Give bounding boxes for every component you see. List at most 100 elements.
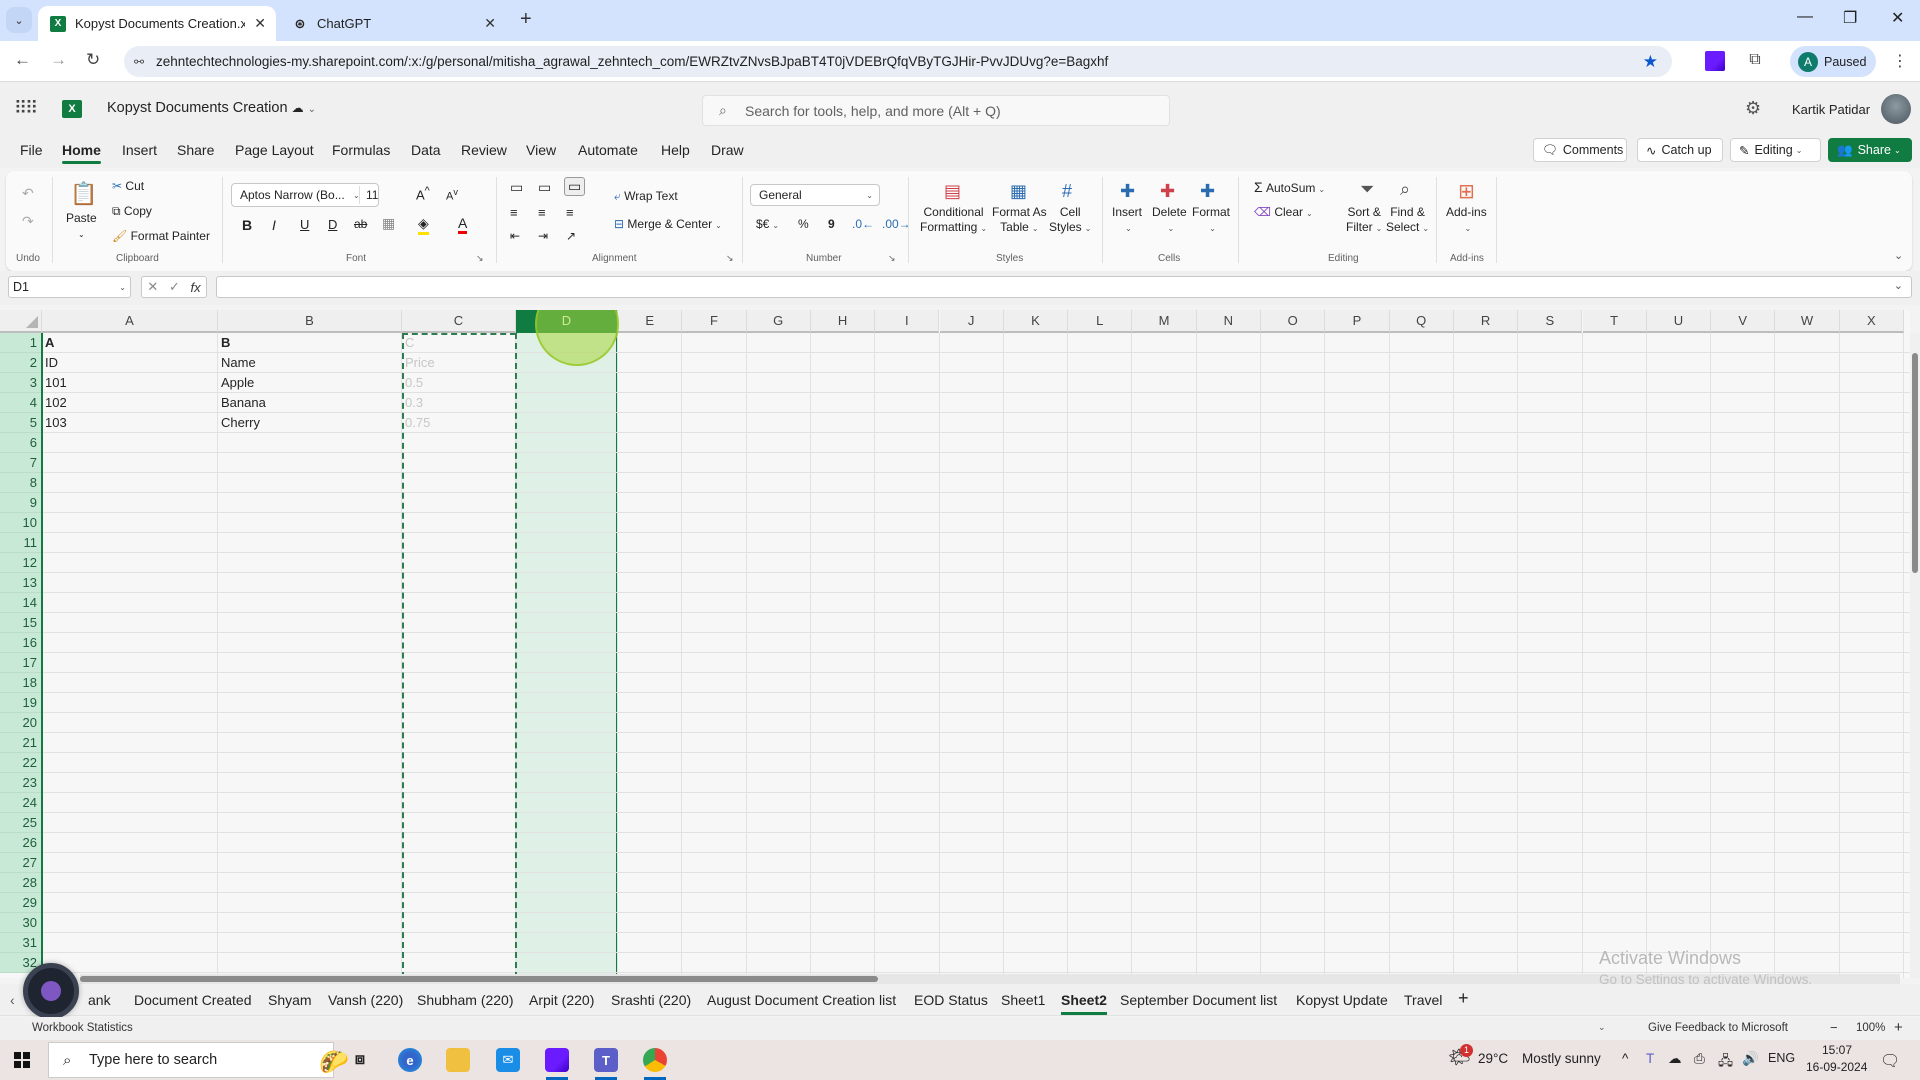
row-header-6[interactable]: 6 — [0, 433, 42, 453]
teams-icon[interactable]: T — [594, 1048, 618, 1072]
cell-b1[interactable]: B — [218, 333, 402, 353]
column-header-x[interactable]: X — [1839, 310, 1904, 333]
browser-tab-excel[interactable]: X Kopyst Documents Creation.xlsx ✕ — [38, 6, 276, 41]
search-input[interactable]: ⌕ Search for tools, help, and more (Alt … — [702, 95, 1170, 126]
name-box[interactable]: D1 ⌄ — [8, 276, 131, 298]
column-header-j[interactable]: J — [939, 310, 1004, 333]
expand-formula-icon[interactable]: ⌄ — [1894, 279, 1903, 292]
extensions-puzzle-icon[interactable]: ⧉ — [1745, 51, 1765, 71]
dialog-launcher-icon[interactable]: ↘ — [476, 253, 484, 264]
chevron-down-icon[interactable]: ⌄ — [78, 227, 85, 242]
font-color-icon[interactable]: A — [458, 215, 468, 234]
windows-start-icon[interactable] — [14, 1052, 30, 1068]
sheet-tab-eod-status[interactable]: EOD Status — [914, 992, 988, 1008]
cell-a1[interactable]: A — [42, 333, 218, 353]
sheet-tab-shubham-220[interactable]: Shubham (220) — [417, 992, 514, 1008]
align-top-icon[interactable]: ▭ — [510, 179, 523, 196]
zoom-in-button[interactable]: + — [1894, 1019, 1903, 1036]
collapse-ribbon-icon[interactable]: ⌄ — [1894, 249, 1903, 262]
cell-c1[interactable]: C — [402, 333, 516, 353]
row-header-27[interactable]: 27 — [0, 853, 42, 873]
select-all-button[interactable] — [0, 310, 42, 333]
dialog-launcher-icon[interactable]: ↘ — [726, 253, 734, 264]
column-header-r[interactable]: R — [1453, 310, 1519, 333]
sheet-tab-august-document-creation-list[interactable]: August Document Creation list — [707, 992, 896, 1008]
power-automate-icon[interactable] — [545, 1048, 569, 1072]
column-header-m[interactable]: M — [1132, 310, 1197, 333]
task-view-icon[interactable]: ⧈ — [348, 1048, 372, 1072]
row-header-9[interactable]: 9 — [0, 493, 42, 513]
profile-button[interactable]: A Paused — [1790, 46, 1876, 77]
avatar[interactable] — [1881, 94, 1911, 124]
sheet-tab-sheet1[interactable]: Sheet1 — [1001, 992, 1045, 1008]
row-header-20[interactable]: 20 — [0, 713, 42, 733]
spreadsheet-grid[interactable]: ABCDEFGHIJKLMNOPQRSTUVWX 123456789101112… — [0, 310, 1910, 978]
merge-center-button[interactable]: ⊟ Merge & Center ⌄ — [614, 217, 722, 231]
shrink-font-icon[interactable]: Av — [446, 187, 458, 203]
cell-styles-button[interactable]: Cell Styles ⌄ — [1049, 205, 1091, 236]
add-sheet-button[interactable]: + — [1458, 988, 1469, 1009]
undo-icon[interactable]: ↶ — [22, 185, 34, 202]
row-header-26[interactable]: 26 — [0, 833, 42, 853]
grow-font-icon[interactable]: A^ — [416, 185, 430, 202]
row-header-7[interactable]: 7 — [0, 453, 42, 473]
tab-home[interactable]: Home — [62, 142, 101, 164]
cancel-icon[interactable]: ✕ — [147, 279, 158, 295]
strikethrough-button[interactable]: ab — [354, 217, 367, 231]
row-header-21[interactable]: 21 — [0, 733, 42, 753]
app-launcher-icon[interactable]: ⠿⠿ — [14, 98, 38, 119]
mail-icon[interactable]: ✉ — [496, 1048, 520, 1072]
chrome-icon[interactable] — [643, 1048, 667, 1072]
row-header-22[interactable]: 22 — [0, 753, 42, 773]
sheet-tab-kopyst-update[interactable]: Kopyst Update — [1296, 992, 1388, 1008]
row-header-17[interactable]: 17 — [0, 653, 42, 673]
taskbar-search-input[interactable]: ⌕ Type here to search 🌮 — [48, 1042, 349, 1078]
chevron-down-icon[interactable]: ⌄ — [1598, 1022, 1606, 1033]
teams-tray-icon[interactable]: T — [1646, 1051, 1654, 1066]
tab-search-button[interactable]: ⌄ — [6, 7, 32, 33]
wrap-text-button[interactable]: ⤶ Wrap Text — [614, 189, 678, 204]
column-header-e[interactable]: E — [618, 310, 683, 333]
column-header-a[interactable]: A — [42, 310, 218, 333]
row-header-25[interactable]: 25 — [0, 813, 42, 833]
insert-button[interactable]: Insert ⌄ — [1112, 205, 1142, 236]
back-icon[interactable]: ← — [14, 50, 31, 70]
column-header-f[interactable]: F — [682, 310, 747, 333]
sheet-tab-travel[interactable]: Travel — [1404, 992, 1442, 1008]
row-header-29[interactable]: 29 — [0, 893, 42, 913]
double-underline-button[interactable]: D — [328, 217, 337, 232]
sheet-tab-ank[interactable]: ank — [88, 992, 111, 1008]
tab-view[interactable]: View — [526, 142, 556, 158]
comma-style-button[interactable]: 9 — [828, 217, 835, 231]
workbook-statistics[interactable]: Workbook Statistics — [32, 1022, 133, 1034]
comments-button[interactable]: 🗨 Comments — [1533, 138, 1627, 162]
cell-c5[interactable]: 0.75 — [402, 413, 516, 433]
cell-a5[interactable]: 103 — [42, 413, 218, 433]
language-indicator[interactable]: ENG — [1768, 1051, 1795, 1065]
sort-filter-button[interactable]: Sort & Filter ⌄ — [1346, 205, 1382, 236]
align-center-icon[interactable]: ≡ — [538, 205, 546, 220]
notifications-icon[interactable]: 🗨 — [1880, 1051, 1900, 1071]
site-info-icon[interactable]: ⚯ — [134, 55, 144, 69]
column-header-n[interactable]: N — [1196, 310, 1261, 333]
catch-up-button[interactable]: ∿ Catch up — [1637, 138, 1723, 162]
browser-menu-icon[interactable]: ⋮ — [1892, 51, 1908, 71]
format-as-table-button[interactable]: Format As Table ⌄ — [992, 205, 1047, 236]
sheet-tab-sheet2[interactable]: Sheet2 — [1061, 992, 1107, 1015]
close-window-icon[interactable]: ✕ — [1891, 8, 1904, 28]
column-header-t[interactable]: T — [1582, 310, 1647, 333]
cell-b2[interactable]: Name — [218, 353, 402, 373]
sheet-tab-document-created[interactable]: Document Created — [134, 992, 252, 1008]
browser-tab-chatgpt[interactable]: ⊛ ChatGPT ✕ — [280, 6, 506, 41]
autosum-button[interactable]: Σ AutoSum ⌄ — [1254, 179, 1325, 195]
column-header-k[interactable]: K — [1003, 310, 1069, 333]
paste-button[interactable]: Paste — [66, 211, 97, 226]
weather-desc[interactable]: Mostly sunny — [1522, 1051, 1601, 1066]
format-button[interactable]: Format ⌄ — [1192, 205, 1230, 236]
row-header-4[interactable]: 4 — [0, 393, 42, 413]
formula-input[interactable]: ⌄ — [216, 276, 1912, 298]
confirm-icon[interactable]: ✓ — [169, 279, 180, 295]
weather-temp[interactable]: 29°C — [1478, 1051, 1508, 1066]
align-left-icon[interactable]: ≡ — [510, 205, 518, 220]
row-header-5[interactable]: 5 — [0, 413, 42, 433]
